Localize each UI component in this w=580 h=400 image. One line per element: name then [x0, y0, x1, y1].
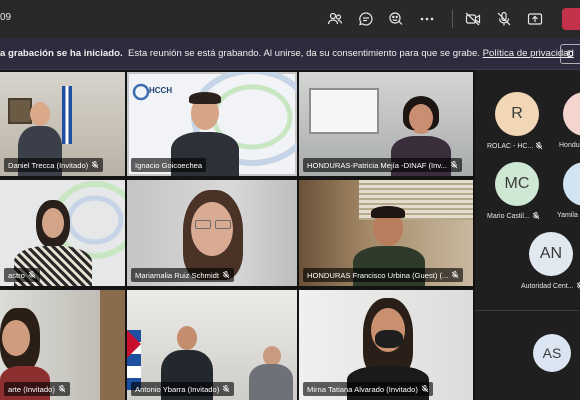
- participant-tile[interactable]: HONDURAS-Patricia Mejía -DINAF (Inv...: [299, 72, 473, 176]
- participant-label: HONDURAS Francisco Urbina (Guest) (...: [303, 268, 464, 282]
- mic-off-icon: [58, 385, 66, 393]
- participant-label: Mariamalia Ruiz Schmidt: [131, 268, 234, 282]
- participant-name: arte (Invitado): [8, 384, 55, 394]
- avatar-initials: AS: [542, 345, 562, 361]
- participant-name: Mirna Tatiana Alvarado (Invitado): [307, 384, 418, 394]
- mic-off-icon: [223, 385, 230, 393]
- leave-button[interactable]: [562, 8, 580, 30]
- participant-tile[interactable]: Mirna Tatiana Alvarado (Invitado): [299, 290, 473, 400]
- mic-off-icon: [28, 271, 36, 279]
- participant-label: Mirna Tatiana Alvarado (Invitado): [303, 382, 433, 396]
- participant-name: astro: [8, 270, 25, 280]
- mic-off-icon: [452, 271, 459, 279]
- mic-off-icon[interactable]: [493, 8, 515, 30]
- participant-tile[interactable]: astro: [0, 180, 125, 286]
- door: [100, 290, 125, 400]
- participant-name: Ignacio Goicoechea: [135, 160, 203, 170]
- participant-tile[interactable]: Antonio Ybarra (Invitado): [127, 290, 297, 400]
- participant-name: HONDURAS Francisco Urbina (Guest) (...: [307, 270, 449, 280]
- participant-tile[interactable]: Daniel Trecca (Invitado): [0, 72, 125, 176]
- participant-label: Ignacio Goicoechea: [131, 158, 207, 172]
- participant-avatar[interactable]: R: [495, 92, 539, 136]
- avatar-name: Autoridad Cent...: [521, 282, 580, 290]
- more-icon[interactable]: [416, 8, 438, 30]
- meeting-toolbar: 09: [0, 0, 580, 38]
- mic-off-icon: [222, 271, 230, 279]
- mic-off-icon: [450, 161, 458, 169]
- chat-icon[interactable]: [355, 8, 377, 30]
- mic-off-icon: [536, 142, 543, 150]
- participant-name: Antonio Ybarra (Invitado): [135, 384, 220, 394]
- participant-tile[interactable]: Mariamalia Ruiz Schmidt: [127, 180, 297, 286]
- participant-label: HONDURAS-Patricia Mejía -DINAF (Inv...: [303, 158, 462, 172]
- recording-banner: a grabación se ha iniciado. Esta reunión…: [0, 38, 580, 70]
- participant-avatar[interactable]: MC: [495, 162, 539, 206]
- participant-avatar[interactable]: [563, 92, 580, 136]
- mic-off-icon: [421, 385, 429, 393]
- reactions-icon[interactable]: [385, 8, 407, 30]
- wall-painting: [8, 98, 32, 124]
- participant-avatar[interactable]: AN: [529, 232, 573, 276]
- avatar-initials: R: [511, 105, 523, 122]
- mic-off-icon: [532, 212, 540, 220]
- dismiss-button[interactable]: D: [560, 44, 580, 64]
- avatar-initials: MC: [504, 175, 530, 192]
- mic-off-icon: [91, 161, 99, 169]
- camera-off-icon[interactable]: [462, 8, 484, 30]
- flag: [62, 86, 72, 144]
- whiteboard: [309, 88, 379, 134]
- participant-label: Antonio Ybarra (Invitado): [131, 382, 235, 396]
- recording-description: Esta reunión se está grabando. Al unirse…: [127, 48, 480, 59]
- participant-tile[interactable]: HCCH Ignacio Goicoechea: [127, 72, 297, 176]
- avatar-name: Yamila: [557, 212, 578, 219]
- share-icon[interactable]: [524, 8, 546, 30]
- avatar-initials: AN: [539, 245, 563, 262]
- participant-avatar[interactable]: AS: [533, 334, 571, 372]
- people-icon[interactable]: [324, 8, 346, 30]
- participant-name: Mariamalia Ruiz Schmidt: [135, 270, 219, 280]
- toolbar-divider: [452, 10, 453, 28]
- avatar-name: Hondu: [559, 142, 580, 149]
- participant-name: Daniel Trecca (Invitado): [8, 160, 89, 170]
- participant-label: astro: [4, 268, 40, 282]
- participant-sidebar: R ROLAC - HC... Hondu MC Mario Castil...…: [475, 70, 580, 400]
- video-grid: Daniel Trecca (Invitado) HCCH Ignacio Go…: [0, 70, 475, 400]
- avatar-name: ROLAC - HC...: [487, 142, 543, 150]
- meeting-timer: 09: [0, 12, 12, 23]
- participant-name: HONDURAS-Patricia Mejía -DINAF (Inv...: [307, 160, 447, 170]
- participant-tile[interactable]: arte (Invitado): [0, 290, 125, 400]
- participant-avatar[interactable]: Y: [563, 162, 580, 206]
- mic-off-icon: [576, 282, 580, 289]
- avatar-name: Mario Castil...: [487, 212, 540, 220]
- recording-title: a grabación se ha iniciado.: [0, 48, 123, 59]
- participant-label: Daniel Trecca (Invitado): [4, 158, 104, 172]
- sidebar-divider: [475, 310, 580, 311]
- recording-message: a grabación se ha iniciado. Esta reunión…: [0, 48, 574, 59]
- participant-label: arte (Invitado): [4, 382, 70, 396]
- participant-tile[interactable]: HONDURAS Francisco Urbina (Guest) (...: [299, 180, 473, 286]
- organization-logo: HCCH: [149, 86, 173, 95]
